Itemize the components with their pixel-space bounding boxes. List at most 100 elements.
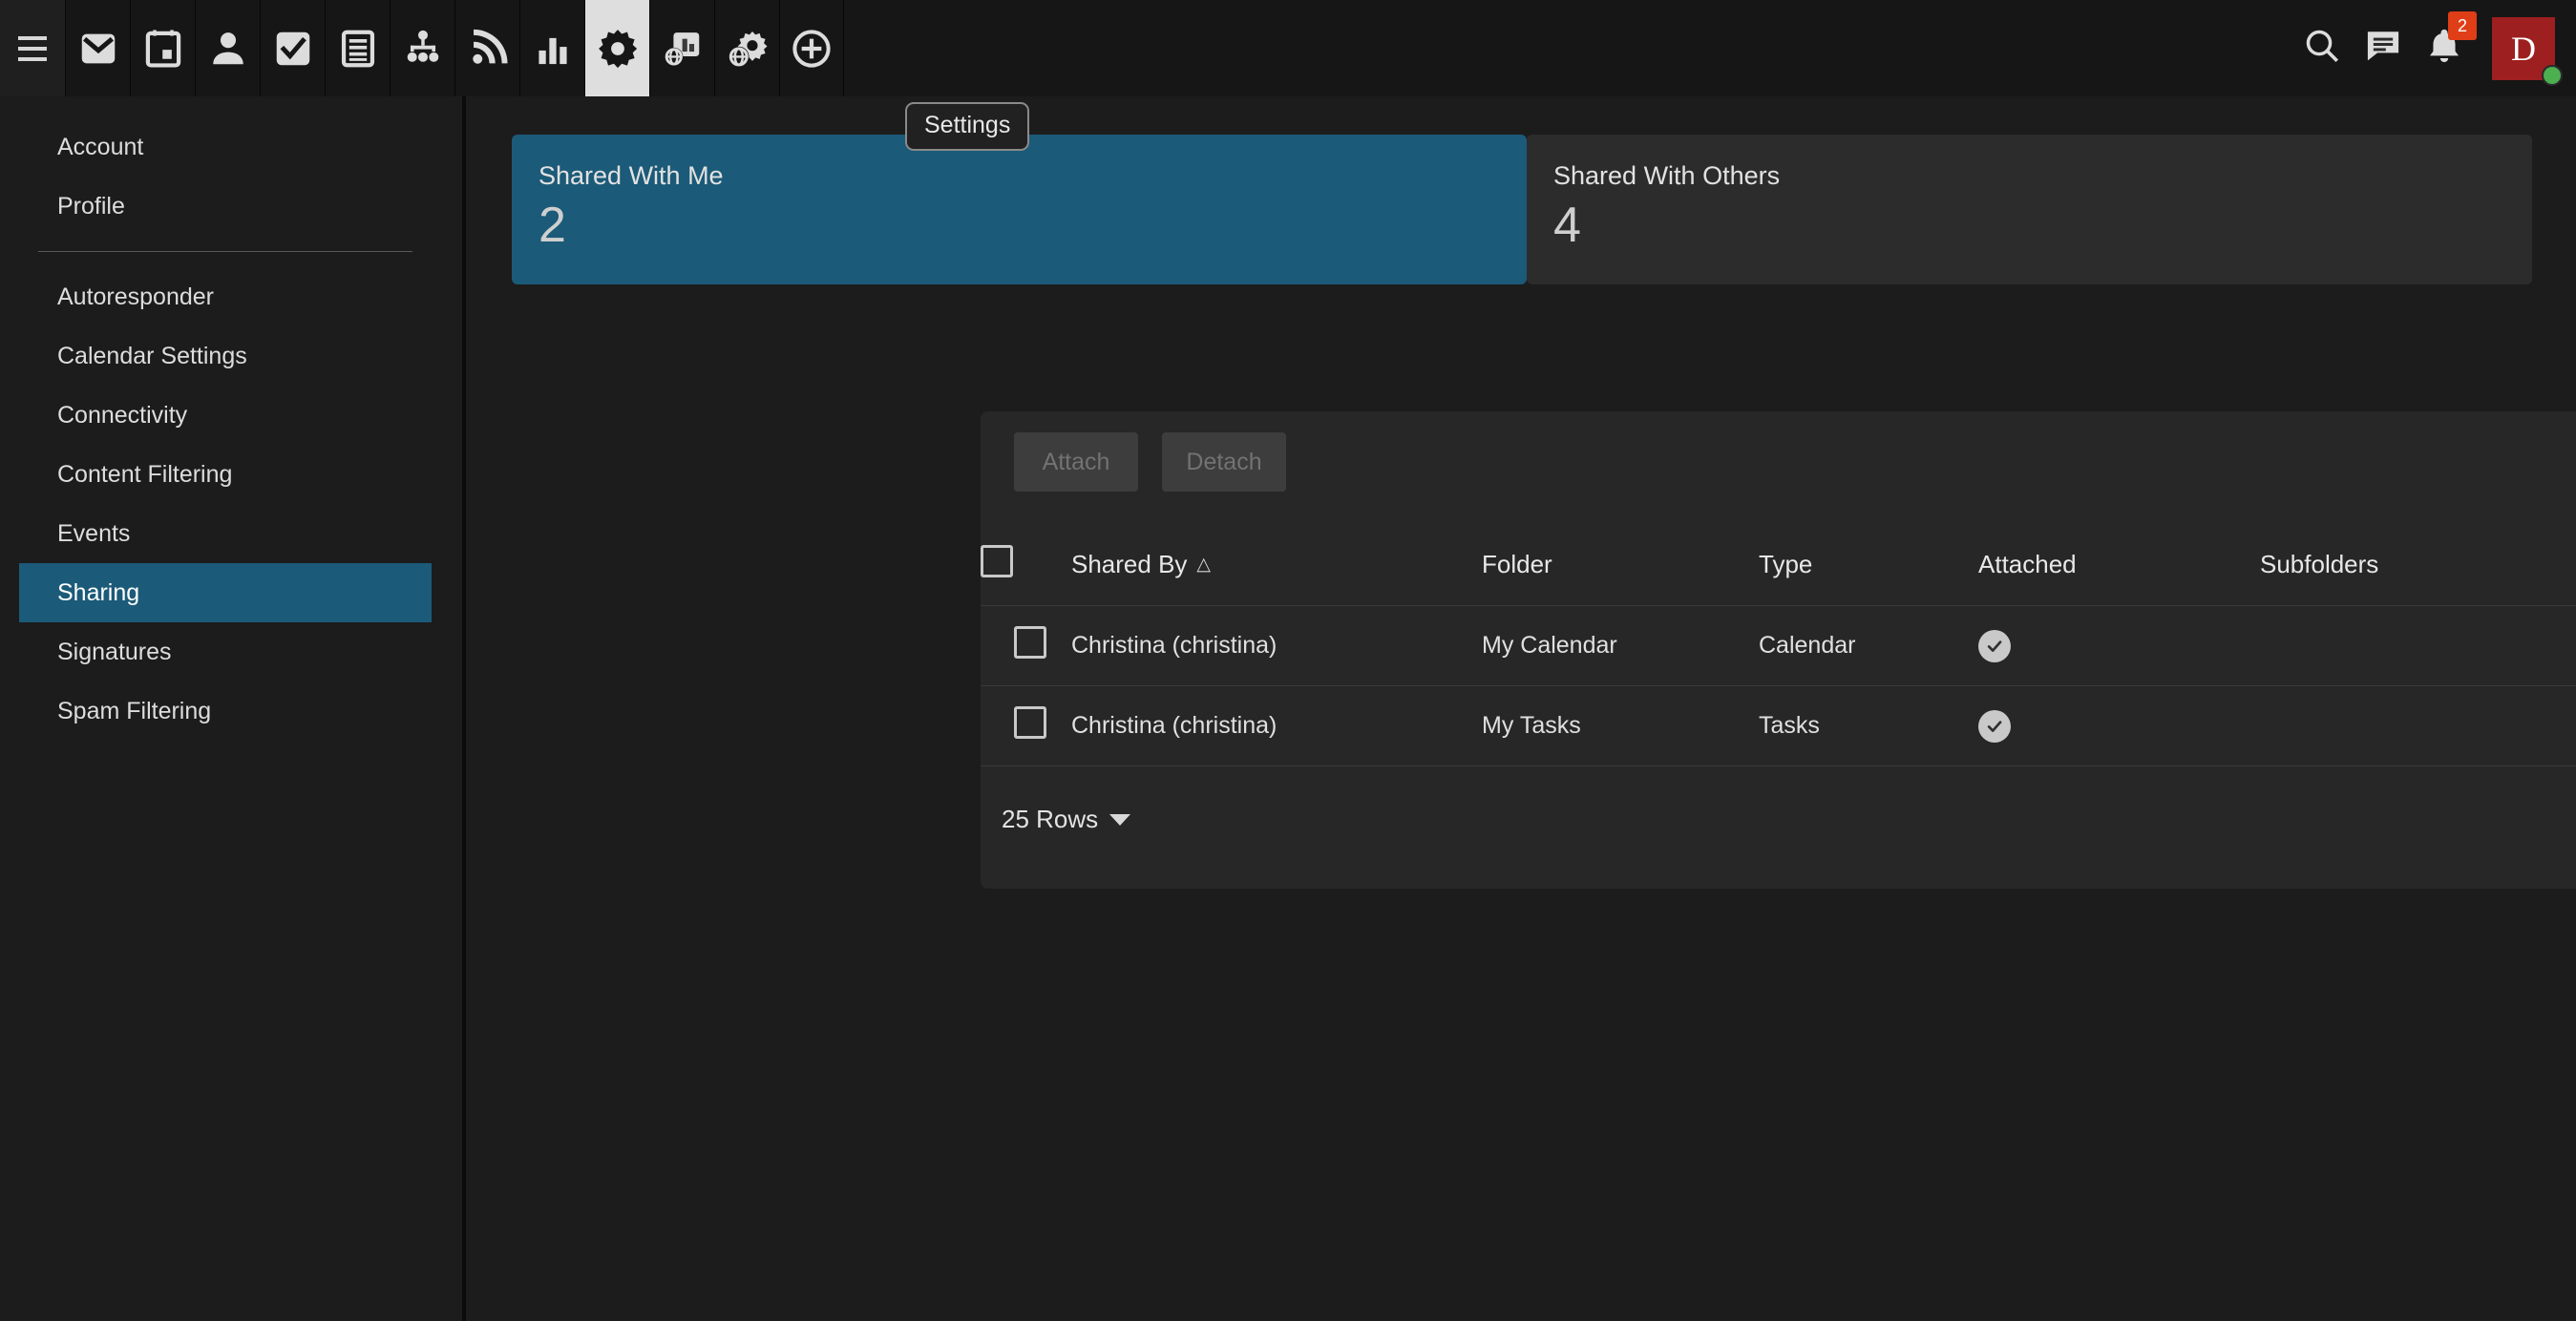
search-icon [2302, 26, 2342, 71]
person-icon [206, 27, 250, 71]
calendar-icon [141, 27, 185, 71]
sidebar-item-events[interactable]: Events [19, 504, 432, 563]
checkbox-check-icon [271, 27, 315, 71]
sidebar-item-profile[interactable]: Profile [19, 177, 432, 236]
card-value: 2 [538, 198, 566, 253]
org-chart-icon [401, 27, 445, 71]
row-checkbox[interactable] [1014, 626, 1046, 659]
search-button[interactable] [2291, 0, 2353, 96]
top-toolbar: 2 D [0, 0, 2576, 96]
bar-chart-icon [531, 27, 575, 71]
nav-item-reports[interactable] [519, 0, 584, 96]
cell-subfolders [2260, 685, 2576, 766]
sidebar-item-label: Account [57, 133, 144, 160]
column-label: Shared By [1071, 550, 1188, 578]
avatar[interactable]: D [2492, 16, 2563, 86]
sidebar-item-label: Connectivity [57, 401, 188, 429]
row-select-cell[interactable] [981, 685, 1071, 766]
row-checkbox[interactable] [1014, 706, 1046, 739]
presence-indicator [2542, 64, 2563, 86]
summary-cards: Shared With Me 2 Shared With Others 4 [512, 135, 2532, 284]
app-nav [65, 0, 844, 96]
sidebar-item-connectivity[interactable]: Connectivity [19, 386, 432, 445]
rows-per-page-selector[interactable]: 25 Rows [1002, 805, 1131, 834]
settings-tooltip: Settings [905, 102, 1030, 151]
notes-icon [336, 27, 380, 71]
sidebar-item-label: Autoresponder [57, 283, 215, 310]
chat-icon [2363, 26, 2403, 71]
sort-ascending-icon: △ [1196, 555, 1212, 575]
detach-button[interactable]: Detach [1162, 432, 1286, 492]
card-value: 4 [1553, 198, 1581, 253]
row-select-cell[interactable] [981, 605, 1071, 686]
card-shared-with-others[interactable]: Shared With Others 4 [1527, 135, 2532, 284]
nav-item-notes[interactable] [325, 0, 390, 96]
sidebar-item-autoresponder[interactable]: Autoresponder [19, 267, 432, 326]
chevron-down-icon [1109, 813, 1131, 826]
table-header-row: Shared By △ Folder Type Attached Subfolde… [981, 526, 2576, 606]
card-shared-with-me[interactable]: Shared With Me 2 [512, 135, 1527, 284]
rows-per-page-label: 25 Rows [1002, 805, 1099, 833]
attached-check-icon [1978, 629, 2011, 662]
notifications-button[interactable]: 2 [2414, 0, 2477, 96]
cell-subfolders [2260, 605, 2576, 686]
table-row[interactable]: Christina (christina) My Calendar Calend… [981, 605, 2576, 686]
main-content: Shared With Me 2 Shared With Others 4 At… [470, 96, 2576, 1321]
notification-badge: 2 [2448, 11, 2477, 40]
nav-item-org-chart[interactable] [390, 0, 454, 96]
select-all-header[interactable] [981, 526, 1071, 606]
column-header-subfolders[interactable]: Subfolders [2260, 526, 2576, 606]
nav-item-domain-settings[interactable] [714, 0, 779, 96]
nav-item-new[interactable] [779, 0, 844, 96]
cell-attached [1978, 685, 2260, 766]
globe-gear-icon [726, 27, 770, 71]
nav-item-contacts[interactable] [195, 0, 260, 96]
top-actions: 2 D [2291, 0, 2576, 96]
nav-item-tasks[interactable] [260, 0, 325, 96]
cell-folder: My Tasks [1482, 685, 1759, 766]
globe-chart-icon [661, 27, 705, 71]
cell-type: Calendar [1759, 605, 1978, 686]
nav-item-mail[interactable] [65, 0, 130, 96]
column-header-type[interactable]: Type [1759, 526, 1978, 606]
sidebar-divider [38, 251, 412, 252]
cell-attached [1978, 605, 2260, 686]
table-row[interactable]: Christina (christina) My Tasks Tasks Ful… [981, 685, 2576, 766]
nav-item-settings[interactable] [584, 0, 649, 96]
sidebar-item-account[interactable]: Account [19, 117, 432, 177]
sidebar-item-label: Signatures [57, 638, 172, 665]
attached-check-icon [1978, 709, 2011, 743]
column-header-attached[interactable]: Attached [1978, 526, 2260, 606]
sidebar-item-label: Content Filtering [57, 460, 233, 488]
gear-icon [596, 27, 640, 71]
cell-shared-by: Christina (christina) [1071, 685, 1482, 766]
sidebar-item-spam-filtering[interactable]: Spam Filtering [19, 681, 432, 741]
attach-button[interactable]: Attach [1014, 432, 1138, 492]
envelope-icon [76, 27, 120, 71]
settings-sidebar: Account Profile Autoresponder Calendar S… [0, 96, 466, 1321]
column-header-shared-by[interactable]: Shared By △ [1071, 526, 1482, 606]
nav-item-feeds[interactable] [454, 0, 519, 96]
cell-shared-by: Christina (christina) [1071, 605, 1482, 686]
nav-item-calendar[interactable] [130, 0, 195, 96]
chat-button[interactable] [2353, 0, 2414, 96]
cell-folder: My Calendar [1482, 605, 1759, 686]
sidebar-item-label: Sharing [57, 578, 140, 606]
nav-item-domain-reports[interactable] [649, 0, 714, 96]
sharing-panel: Attach Detach Shared By △ Folder Type Att… [981, 411, 2576, 889]
select-all-checkbox[interactable] [981, 545, 1013, 577]
sidebar-item-label: Spam Filtering [57, 697, 212, 724]
column-header-folder[interactable]: Folder [1482, 526, 1759, 606]
sidebar-item-calendar-settings[interactable]: Calendar Settings [19, 326, 432, 386]
panel-toolbar: Attach Detach [1014, 432, 1286, 492]
hamburger-menu-icon[interactable] [0, 0, 65, 96]
plus-circle-icon [790, 27, 834, 71]
rss-icon [466, 27, 510, 71]
sidebar-item-signatures[interactable]: Signatures [19, 622, 432, 681]
sidebar-item-content-filtering[interactable]: Content Filtering [19, 445, 432, 504]
sidebar-item-label: Calendar Settings [57, 342, 247, 369]
card-title: Shared With Others [1553, 161, 1781, 190]
cell-type: Tasks [1759, 685, 1978, 766]
card-title: Shared With Me [538, 161, 724, 190]
sidebar-item-sharing[interactable]: Sharing [19, 563, 432, 622]
